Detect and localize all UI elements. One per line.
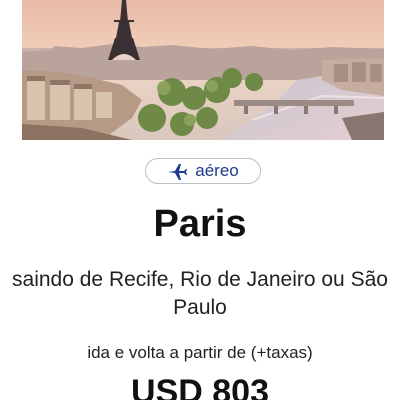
price-value: USD 803 bbox=[131, 373, 269, 400]
hero-image[interactable] bbox=[22, 0, 384, 140]
badge-label: aéreo bbox=[195, 161, 239, 180]
departure-line-1: saindo de Recife, Rio de Janeiro ou São bbox=[12, 268, 388, 291]
airplane-icon bbox=[167, 161, 188, 181]
departure-cities: saindo de Recife, Rio de Janeiro ou São … bbox=[0, 266, 400, 322]
price-caption: ida e volta a partir de (+taxas) bbox=[87, 343, 313, 362]
product-type-badge[interactable]: aéreo bbox=[145, 158, 261, 184]
offer-card[interactable]: aéreo Paris saindo de Recife, Rio de Jan… bbox=[0, 0, 400, 400]
paris-skyline-photo bbox=[22, 0, 384, 140]
destination-title: Paris bbox=[153, 203, 247, 245]
departure-line-2: Paulo bbox=[173, 296, 227, 319]
